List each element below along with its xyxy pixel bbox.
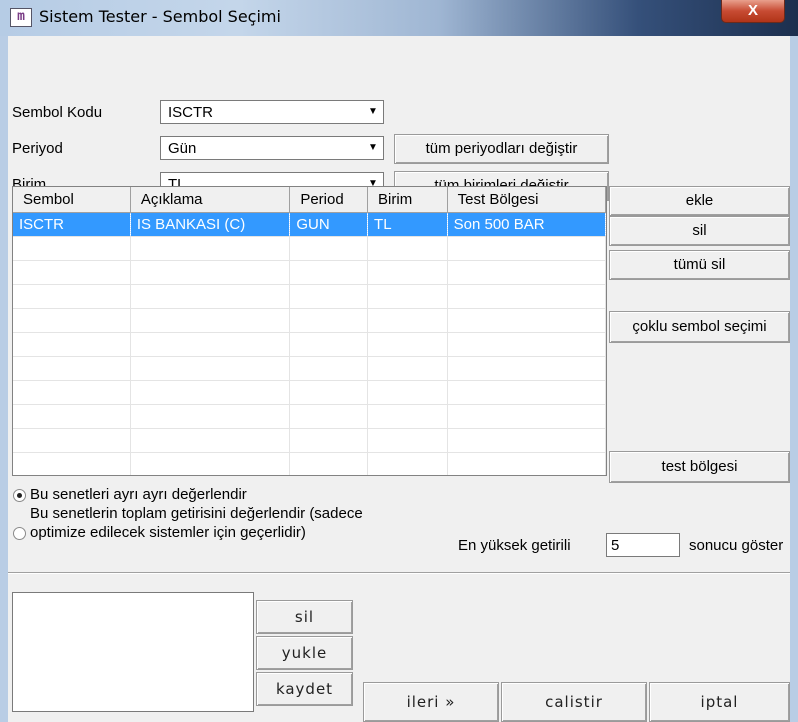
period-value: Gün — [168, 140, 197, 157]
bottom-delete-button[interactable]: sil — [256, 600, 353, 634]
chevron-down-icon[interactable]: ▼ — [365, 103, 381, 121]
column-header-symbol[interactable]: Sembol — [13, 187, 131, 213]
symbol-code-combo[interactable]: ISCTR ▼ — [160, 100, 384, 124]
column-header-unit[interactable]: Birim — [367, 187, 448, 213]
window-frame-right — [790, 36, 798, 722]
delete-all-button[interactable]: tümü sil — [609, 250, 790, 280]
column-header-test-region[interactable]: Test Bölgesi — [447, 187, 606, 213]
next-button[interactable]: ileri » — [363, 682, 499, 722]
run-button[interactable]: calistir — [501, 682, 647, 722]
change-all-periods-button[interactable]: tüm periyodları değiştir — [394, 134, 609, 164]
column-header-description[interactable]: Açıklama — [130, 187, 291, 213]
cancel-button[interactable]: iptal — [649, 682, 790, 722]
top-results-label: En yüksek getirili — [458, 537, 571, 554]
table-row[interactable] — [13, 260, 606, 285]
table-row[interactable]: ISCTR IS BANKASI (C) GUN TL Son 500 BAR — [13, 212, 606, 237]
window-title: Sistem Tester - Sembol Seçimi — [39, 7, 281, 26]
load-button[interactable]: yukle — [256, 636, 353, 670]
add-button[interactable]: ekle — [609, 186, 790, 216]
cell-period: GUN — [289, 212, 369, 237]
cell-unit: TL — [367, 212, 448, 237]
symbol-code-label: Sembol Kodu — [12, 104, 103, 121]
period-label: Periyod — [12, 140, 63, 157]
top-results-input[interactable]: 5 — [606, 533, 680, 557]
delete-button[interactable]: sil — [609, 216, 790, 246]
close-button[interactable]: X — [721, 0, 785, 23]
chevron-down-icon[interactable]: ▼ — [365, 139, 381, 157]
column-header-period[interactable]: Period — [289, 187, 369, 213]
evaluate-combined-label-line2[interactable]: optimize edilecek sistemler için geçerli… — [30, 524, 306, 541]
symbol-code-value: ISCTR — [168, 104, 213, 121]
cell-description: IS BANKASI (C) — [130, 212, 291, 237]
notes-textarea[interactable] — [12, 592, 254, 712]
table-row[interactable] — [13, 428, 606, 453]
symbol-table[interactable]: Sembol Açıklama Period Birim Test Bölges… — [12, 186, 607, 476]
table-row[interactable] — [13, 332, 606, 357]
radio-evaluate-combined[interactable] — [13, 527, 26, 540]
test-region-button[interactable]: test bölgesi — [609, 451, 790, 483]
evaluate-separately-label[interactable]: Bu senetleri ayrı ayrı değerlendir — [30, 486, 247, 503]
table-row[interactable] — [13, 356, 606, 381]
table-row[interactable] — [13, 308, 606, 333]
cell-test-region: Son 500 BAR — [447, 212, 606, 237]
table-row[interactable] — [13, 404, 606, 429]
multi-symbol-select-button[interactable]: çoklu sembol seçimi — [609, 311, 790, 343]
top-results-value: 5 — [611, 537, 620, 554]
app-icon: m — [10, 8, 32, 27]
table-row[interactable] — [13, 284, 606, 309]
table-row[interactable] — [13, 380, 606, 405]
evaluate-combined-label-line1[interactable]: Bu senetlerin toplam getirisini değerlen… — [30, 505, 363, 522]
table-row[interactable] — [13, 452, 606, 475]
table-header-row: Sembol Açıklama Period Birim Test Bölges… — [13, 187, 606, 213]
separator — [8, 572, 790, 574]
top-results-suffix: sonucu göster — [689, 537, 784, 554]
cell-symbol: ISCTR — [13, 212, 131, 237]
period-combo[interactable]: Gün ▼ — [160, 136, 384, 160]
window-frame-left — [0, 36, 8, 722]
table-row[interactable] — [13, 236, 606, 261]
title-bar: m Sistem Tester - Sembol Seçimi X — [0, 0, 798, 36]
radio-evaluate-separately[interactable] — [13, 489, 26, 502]
save-button[interactable]: kaydet — [256, 672, 353, 706]
